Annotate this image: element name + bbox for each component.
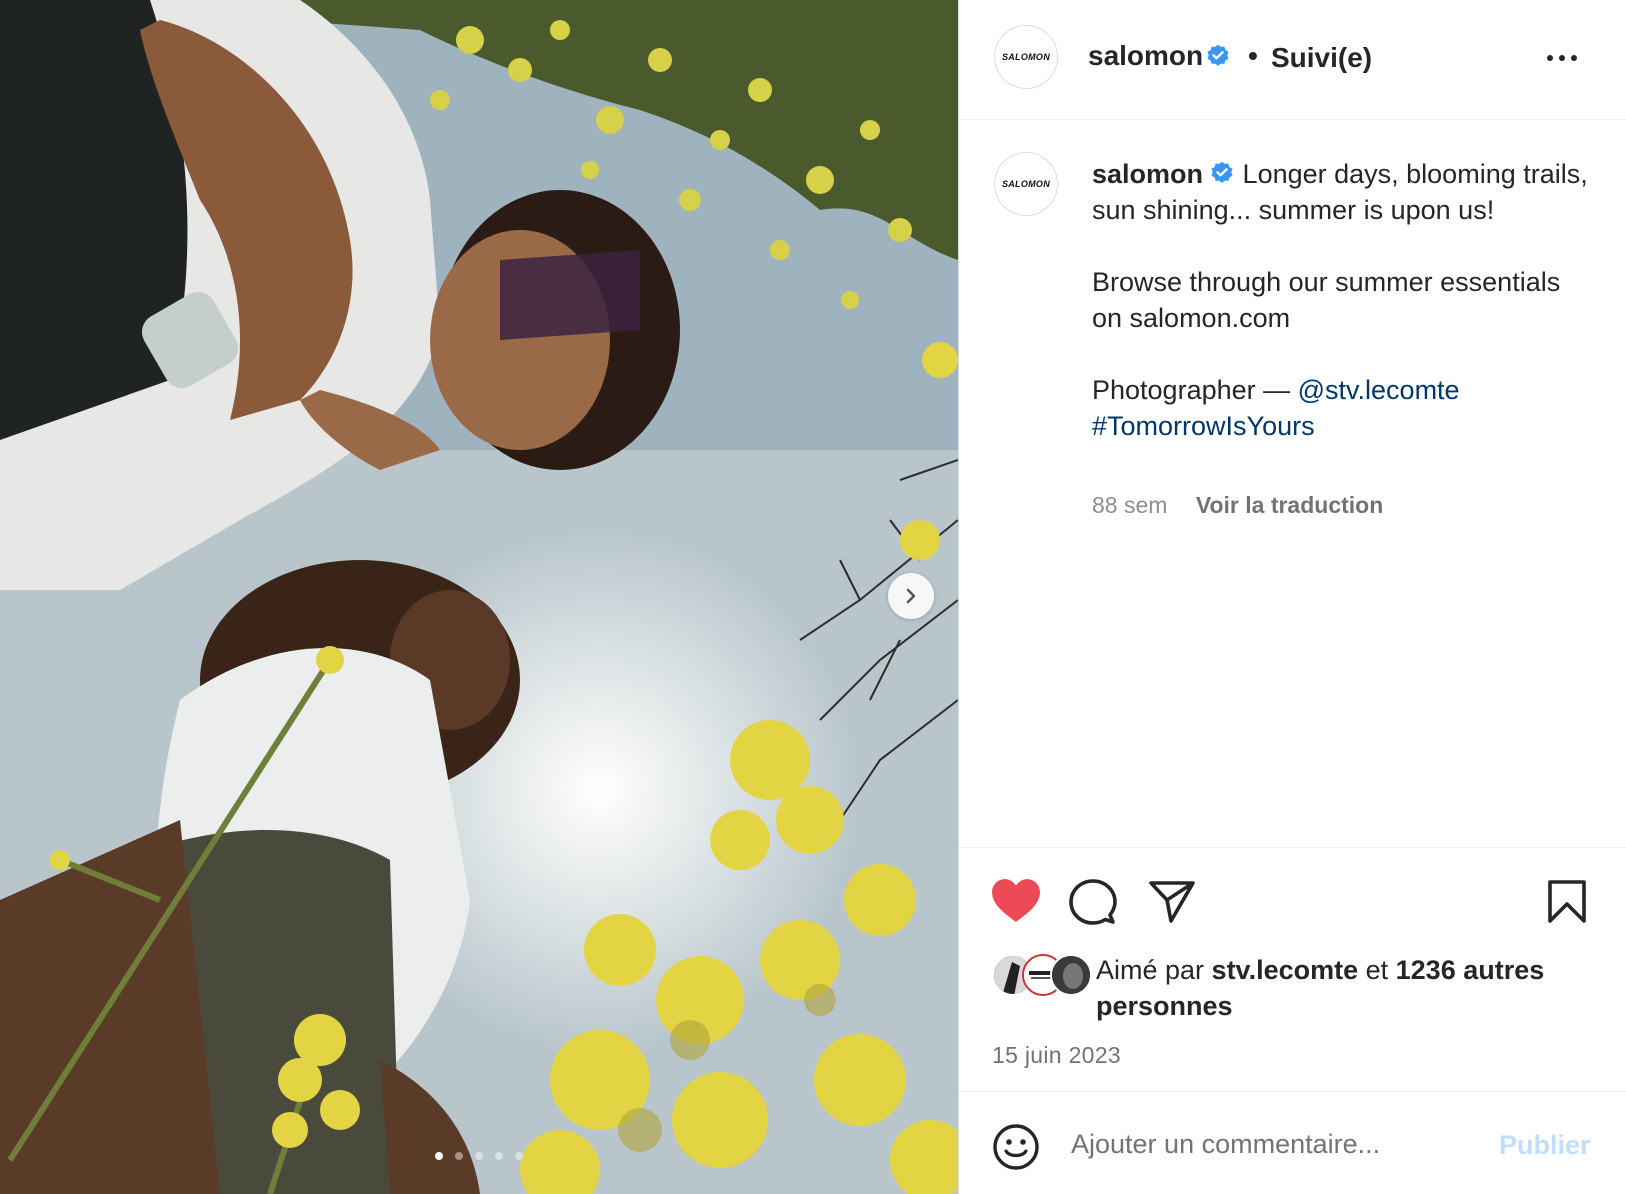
caption-text: salomon Longer days, blooming trails, su… — [1092, 156, 1592, 444]
comment-icon — [1069, 879, 1117, 925]
caption-author-username[interactable]: salomon — [1092, 159, 1203, 189]
carousel-next-button[interactable] — [888, 573, 934, 619]
carousel-dot — [435, 1152, 443, 1160]
author-avatar[interactable]: SALOMON — [994, 25, 1058, 89]
more-options-icon — [1547, 55, 1553, 61]
avatar-logo-text: SALOMON — [1001, 179, 1051, 189]
post-details-panel: SALOMON salomon • Suivi(e) SALOMON salom… — [958, 0, 1626, 1194]
paper-plane-icon — [1149, 881, 1195, 923]
avatar — [1050, 954, 1092, 996]
comment-button[interactable] — [1069, 878, 1117, 931]
post-header: SALOMON salomon • Suivi(e) — [959, 0, 1626, 120]
post-actions-section: Aimé par stv.lecomte et 1236 autres pers… — [959, 847, 1626, 1091]
author-username[interactable]: salomon — [1088, 40, 1203, 72]
follow-button[interactable]: Suivi(e) — [1271, 42, 1372, 74]
verified-badge-icon — [1211, 161, 1233, 183]
save-button[interactable] — [1547, 880, 1587, 929]
more-options-button[interactable] — [1547, 44, 1587, 72]
instagram-post: SALOMON salomon • Suivi(e) SALOMON salom… — [0, 0, 1626, 1194]
post-photo[interactable] — [0, 0, 958, 1194]
carousel-dot — [515, 1152, 523, 1160]
header-separator: • — [1248, 40, 1258, 71]
likes-text: Aimé par stv.lecomte et 1236 autres pers… — [1096, 955, 1545, 1021]
post-date: 15 juin 2023 — [992, 1042, 1121, 1068]
carousel-dot — [475, 1152, 483, 1160]
photographer-mention-link[interactable]: @stv.lecomte — [1298, 375, 1460, 405]
share-button[interactable] — [1149, 880, 1195, 929]
comment-input[interactable] — [1071, 1126, 1471, 1162]
comment-composer: Publier — [959, 1091, 1626, 1194]
like-button[interactable] — [991, 878, 1041, 929]
carousel-indicator — [0, 1152, 958, 1160]
publish-comment-button[interactable]: Publier — [1499, 1130, 1591, 1161]
hashtag-link[interactable]: #TomorrowIsYours — [1092, 411, 1315, 441]
verified-badge-icon — [1207, 44, 1229, 66]
bookmark-icon — [1548, 880, 1586, 923]
carousel-dot — [455, 1152, 463, 1160]
photographer-label: Photographer — — [1092, 375, 1298, 405]
heart-icon — [992, 879, 1040, 922]
chevron-right-icon — [906, 588, 916, 604]
emoji-button[interactable] — [992, 1123, 1040, 1176]
see-translation-button[interactable]: Voir la traduction — [1196, 492, 1383, 519]
avatar-logo-text: SALOMON — [1001, 52, 1051, 62]
carousel-dot — [495, 1152, 503, 1160]
caption-meta: 88 sem Voir la traduction — [1092, 492, 1383, 519]
liker-avatars[interactable] — [992, 954, 1092, 998]
first-liker-link[interactable]: stv.lecomte — [1212, 955, 1359, 985]
emoji-icon — [993, 1124, 1039, 1170]
post-age: 88 sem — [1092, 492, 1168, 518]
caption-author-avatar[interactable]: SALOMON — [994, 152, 1058, 216]
photo-illustration — [0, 0, 958, 1194]
caption-line-2: Browse through our summer essentials on … — [1092, 267, 1561, 333]
